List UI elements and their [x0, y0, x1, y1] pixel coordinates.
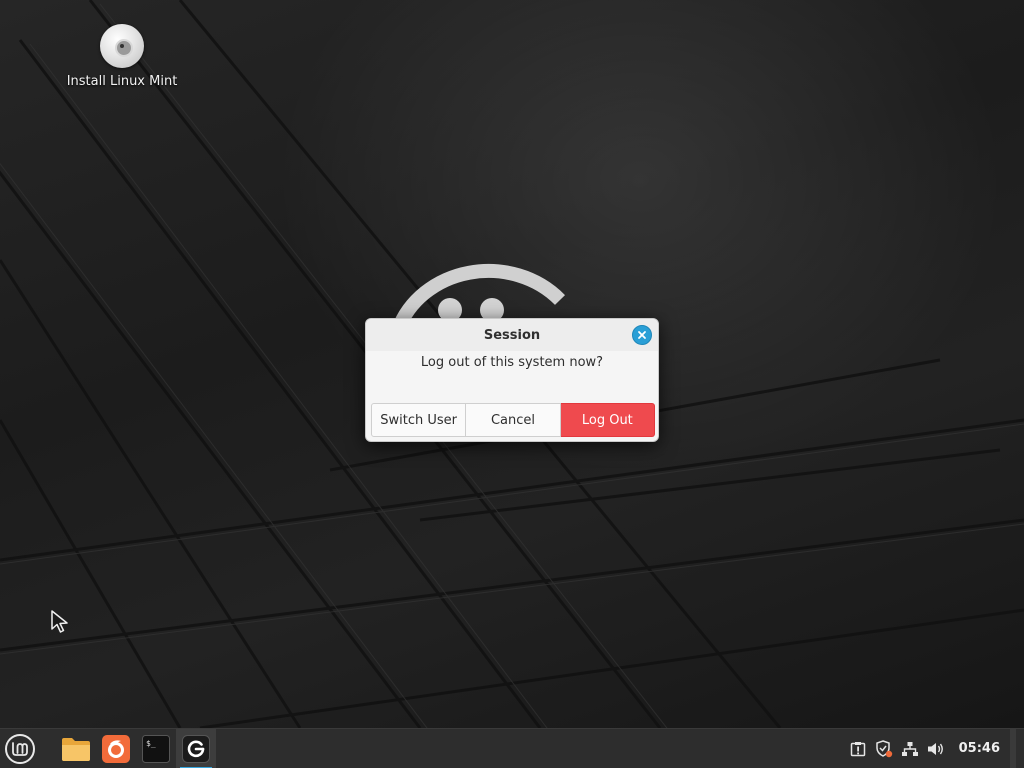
launcher-firefox[interactable]	[96, 729, 136, 768]
tray-security[interactable]	[871, 729, 897, 768]
dialog-titlebar[interactable]: Session	[366, 319, 658, 351]
speaker-icon	[927, 742, 943, 755]
desktop-icon-label: Install Linux Mint	[66, 74, 178, 89]
dialog-title: Session	[483, 327, 541, 343]
folder-icon	[62, 737, 90, 761]
menu-button[interactable]	[0, 729, 40, 768]
dialog-button-row: Switch User Cancel Log Out	[371, 403, 655, 437]
tray-network[interactable]	[897, 729, 923, 768]
launcher-terminal[interactable]: $_	[136, 729, 176, 768]
terminal-icon: $_	[142, 734, 170, 763]
launcher-files[interactable]	[56, 729, 96, 768]
firefox-icon	[102, 734, 130, 763]
svg-text:$_: $_	[146, 739, 156, 748]
update-icon	[850, 741, 865, 756]
close-button[interactable]	[632, 325, 652, 345]
switch-user-button[interactable]: Switch User	[371, 403, 467, 437]
disc-icon	[100, 24, 144, 68]
network-icon	[901, 741, 918, 756]
cancel-button[interactable]: Cancel	[466, 403, 561, 437]
close-icon	[638, 331, 646, 339]
mint-logo-icon	[5, 733, 35, 764]
show-desktop-button[interactable]	[1010, 728, 1016, 768]
system-tray: 05:46	[845, 728, 1024, 768]
desktop-icon-install-linux-mint[interactable]: Install Linux Mint	[62, 24, 182, 89]
tray-update-manager[interactable]	[845, 729, 871, 768]
dialog-message: Log out of this system now?	[420, 355, 604, 370]
log-out-button[interactable]: Log Out	[560, 403, 655, 437]
mouse-cursor-icon	[51, 610, 68, 633]
launcher-session[interactable]	[176, 728, 216, 768]
session-dialog: Session Log out of this system now? Swit…	[365, 318, 659, 442]
shield-icon	[875, 739, 892, 757]
tray-volume[interactable]	[923, 729, 949, 768]
taskbar-panel: $_ 05:46	[0, 728, 1024, 768]
panel-clock[interactable]: 05:46	[959, 741, 1000, 756]
logout-icon	[182, 734, 210, 763]
